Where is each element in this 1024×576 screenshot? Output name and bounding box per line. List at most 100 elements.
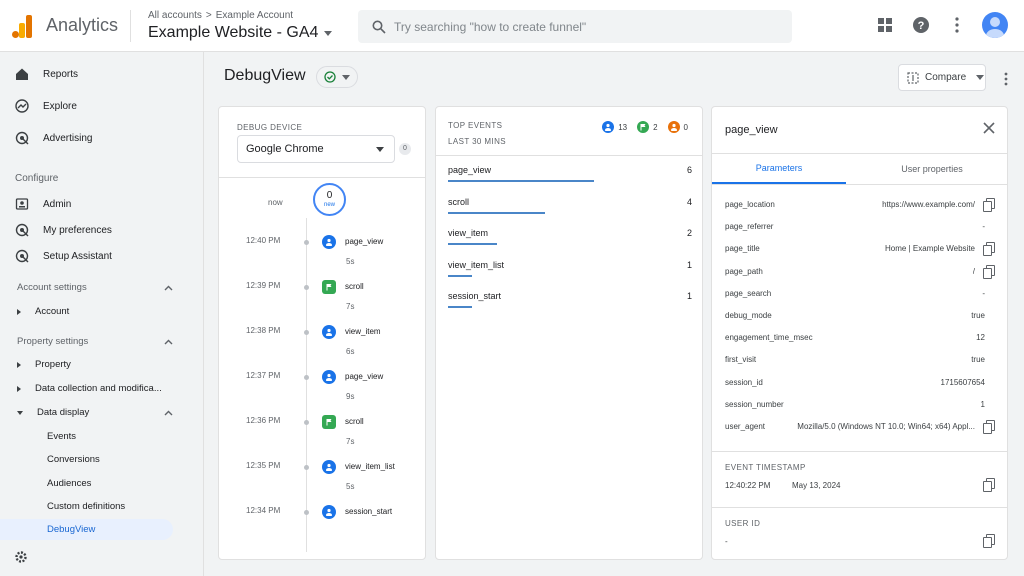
app-name: Analytics [46, 15, 119, 35]
timeline-event-row[interactable]: 12:35 PM view_item_list [219, 458, 425, 476]
copy-icon[interactable] [983, 534, 995, 548]
timeline-gap: 7s [346, 302, 355, 311]
tree-item-label: Data display [37, 407, 90, 418]
status-selector[interactable] [316, 66, 358, 88]
settings-gear-icon[interactable] [14, 550, 28, 564]
copy-icon[interactable] [983, 264, 995, 279]
parameter-key: page_title [725, 244, 760, 254]
help-icon[interactable]: ? [910, 14, 932, 36]
sidebar-item-setup-assistant[interactable]: Setup Assistant [0, 244, 190, 268]
timeline-event-name[interactable]: scroll [345, 417, 364, 426]
admin-icon [14, 196, 30, 212]
tree-item-data-collection[interactable]: Data collection and modifica... [17, 383, 162, 394]
timeline-event-row[interactable]: 12:34 PM session_start [219, 503, 425, 521]
parameter-row: page_path / [725, 264, 995, 280]
timeline-event-row[interactable]: 12:39 PM scroll [219, 278, 425, 296]
error-counter[interactable]: 0 [667, 121, 688, 133]
top-header: Analytics All accounts > Example Account… [0, 0, 1024, 52]
account-avatar[interactable] [982, 12, 1008, 38]
sidebar-item-reports[interactable]: Reports [0, 62, 190, 86]
breadcrumb-account[interactable]: Example Account [216, 10, 293, 21]
compare-button[interactable]: Compare [898, 64, 986, 91]
timeline-time: 12:35 PM [246, 461, 281, 470]
account-settings-heading[interactable]: Account settings [17, 282, 173, 293]
top-event-row[interactable]: page_view 6 [448, 165, 692, 193]
timeline-dot [304, 420, 309, 425]
top-event-row[interactable]: scroll 4 [448, 197, 692, 225]
analytics-logo-icon[interactable] [12, 14, 34, 38]
sidebar-item-explore[interactable]: Explore [0, 94, 190, 118]
timeline-dot [304, 465, 309, 470]
top-event-bar [448, 306, 472, 308]
sidebar-item-advertising[interactable]: Advertising [0, 126, 190, 150]
timeline-event-name[interactable]: session_start [345, 507, 392, 516]
timeline-event-name[interactable]: view_item [345, 327, 381, 336]
parameter-value: Home | Example Website [885, 244, 975, 254]
sidebar-item-audiences[interactable]: Audiences [47, 478, 91, 489]
conversion-counter[interactable]: 2 [637, 121, 658, 133]
parameter-key: page_path [725, 266, 763, 276]
chevron-down-icon [324, 30, 333, 36]
user-event-counter[interactable]: 13 [602, 121, 627, 133]
property-selector[interactable]: Example Website - GA4 [148, 24, 333, 42]
tab-parameters[interactable]: Parameters [712, 154, 846, 184]
search-bar[interactable] [358, 10, 792, 43]
timeline-event-name[interactable]: page_view [345, 237, 383, 246]
sidebar-item-conversions[interactable]: Conversions [47, 454, 100, 465]
timeline-event-row[interactable]: 12:40 PM page_view [219, 233, 425, 251]
timeline-event-row[interactable]: 12:38 PM view_item [219, 323, 425, 341]
parameter-key: page_search [725, 288, 772, 298]
parameter-row: session_id 1715607654 [725, 375, 995, 391]
person-icon [322, 460, 336, 474]
tab-user-properties[interactable]: User properties [862, 154, 1002, 184]
close-icon[interactable] [983, 121, 995, 139]
copy-icon[interactable] [983, 420, 995, 434]
parameter-row: page_location https://www.example.com/ [725, 197, 995, 213]
caret-right-icon [17, 385, 21, 392]
tree-item-account[interactable]: Account [17, 306, 69, 317]
chevron-up-icon [164, 285, 173, 290]
now-counter[interactable]: 0 new [313, 183, 346, 216]
counter-value: 2 [653, 122, 658, 132]
timeline-event-name[interactable]: scroll [345, 282, 364, 291]
chevron-up-icon [164, 339, 173, 344]
timeline-event-name[interactable]: view_item_list [345, 462, 395, 471]
sidebar-item-custom-definitions[interactable]: Custom definitions [47, 501, 125, 512]
parameter-row: first_visit true [725, 352, 995, 368]
top-events-card: TOP EVENTS LAST 30 MINS 13 2 0 page_view… [435, 106, 703, 560]
top-event-name: scroll [448, 196, 470, 207]
now-count: 0 [326, 190, 333, 201]
sidebar-item-admin[interactable]: Admin [0, 192, 190, 216]
top-event-row[interactable]: view_item_list 1 [448, 260, 692, 288]
copy-icon[interactable] [983, 242, 995, 257]
counter-value: 0 [683, 122, 688, 132]
user-id-value: - [725, 537, 728, 546]
top-event-row[interactable]: view_item 2 [448, 228, 692, 256]
more-vert-icon[interactable] [946, 14, 968, 36]
property-settings-heading[interactable]: Property settings [17, 336, 173, 347]
timeline-event-row[interactable]: 12:36 PM scroll [219, 413, 425, 431]
top-event-row[interactable]: session_start 1 [448, 291, 692, 319]
sidebar-item-debugview[interactable]: DebugView [0, 519, 173, 540]
device-select[interactable]: Google Chrome [237, 135, 395, 163]
more-vert-icon[interactable] [995, 68, 1017, 90]
page-title: DebugView [224, 67, 306, 84]
parameter-row: debug_mode true [725, 308, 995, 324]
sidebar-item-my-preferences[interactable]: My preferences [0, 218, 190, 242]
parameter-value: / [972, 266, 975, 276]
copy-icon[interactable] [983, 478, 995, 492]
timeline-dot [304, 510, 309, 515]
copy-icon[interactable] [983, 198, 995, 212]
timeline-event-row[interactable]: 12:37 PM page_view [219, 368, 425, 386]
account-settings-label: Account settings [17, 282, 87, 293]
apps-grid-icon[interactable] [874, 14, 896, 36]
breadcrumb-all-accounts[interactable]: All accounts [148, 10, 202, 21]
event-timestamp-time: 12:40:22 PM [725, 481, 771, 490]
top-event-count: 1 [686, 259, 692, 270]
timeline-event-name[interactable]: page_view [345, 372, 383, 381]
divider [436, 155, 702, 156]
tree-item-property[interactable]: Property [17, 359, 71, 370]
sidebar-item-events[interactable]: Events [47, 431, 76, 442]
search-input[interactable] [394, 19, 774, 34]
tree-item-data-display[interactable]: Data display [17, 407, 173, 418]
